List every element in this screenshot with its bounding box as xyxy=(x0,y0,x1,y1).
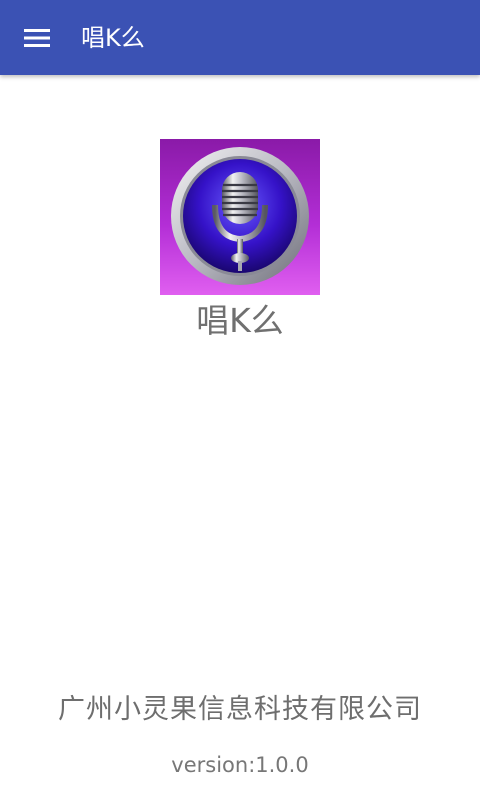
app-name: 唱K么 xyxy=(196,301,284,340)
hamburger-menu-icon xyxy=(24,28,50,48)
company-name: 广州小灵果信息科技有限公司 xyxy=(58,694,422,725)
menu-button[interactable] xyxy=(12,13,62,63)
about-screen: 唱K么 唱K么 广州小灵果信息科技有限公司 version:1.0.0 xyxy=(0,0,480,800)
app-toolbar: 唱K么 xyxy=(0,0,480,75)
version-label: version:1.0.0 xyxy=(171,753,309,777)
toolbar-title: 唱K么 xyxy=(81,24,145,52)
microphone-icon xyxy=(160,139,320,295)
